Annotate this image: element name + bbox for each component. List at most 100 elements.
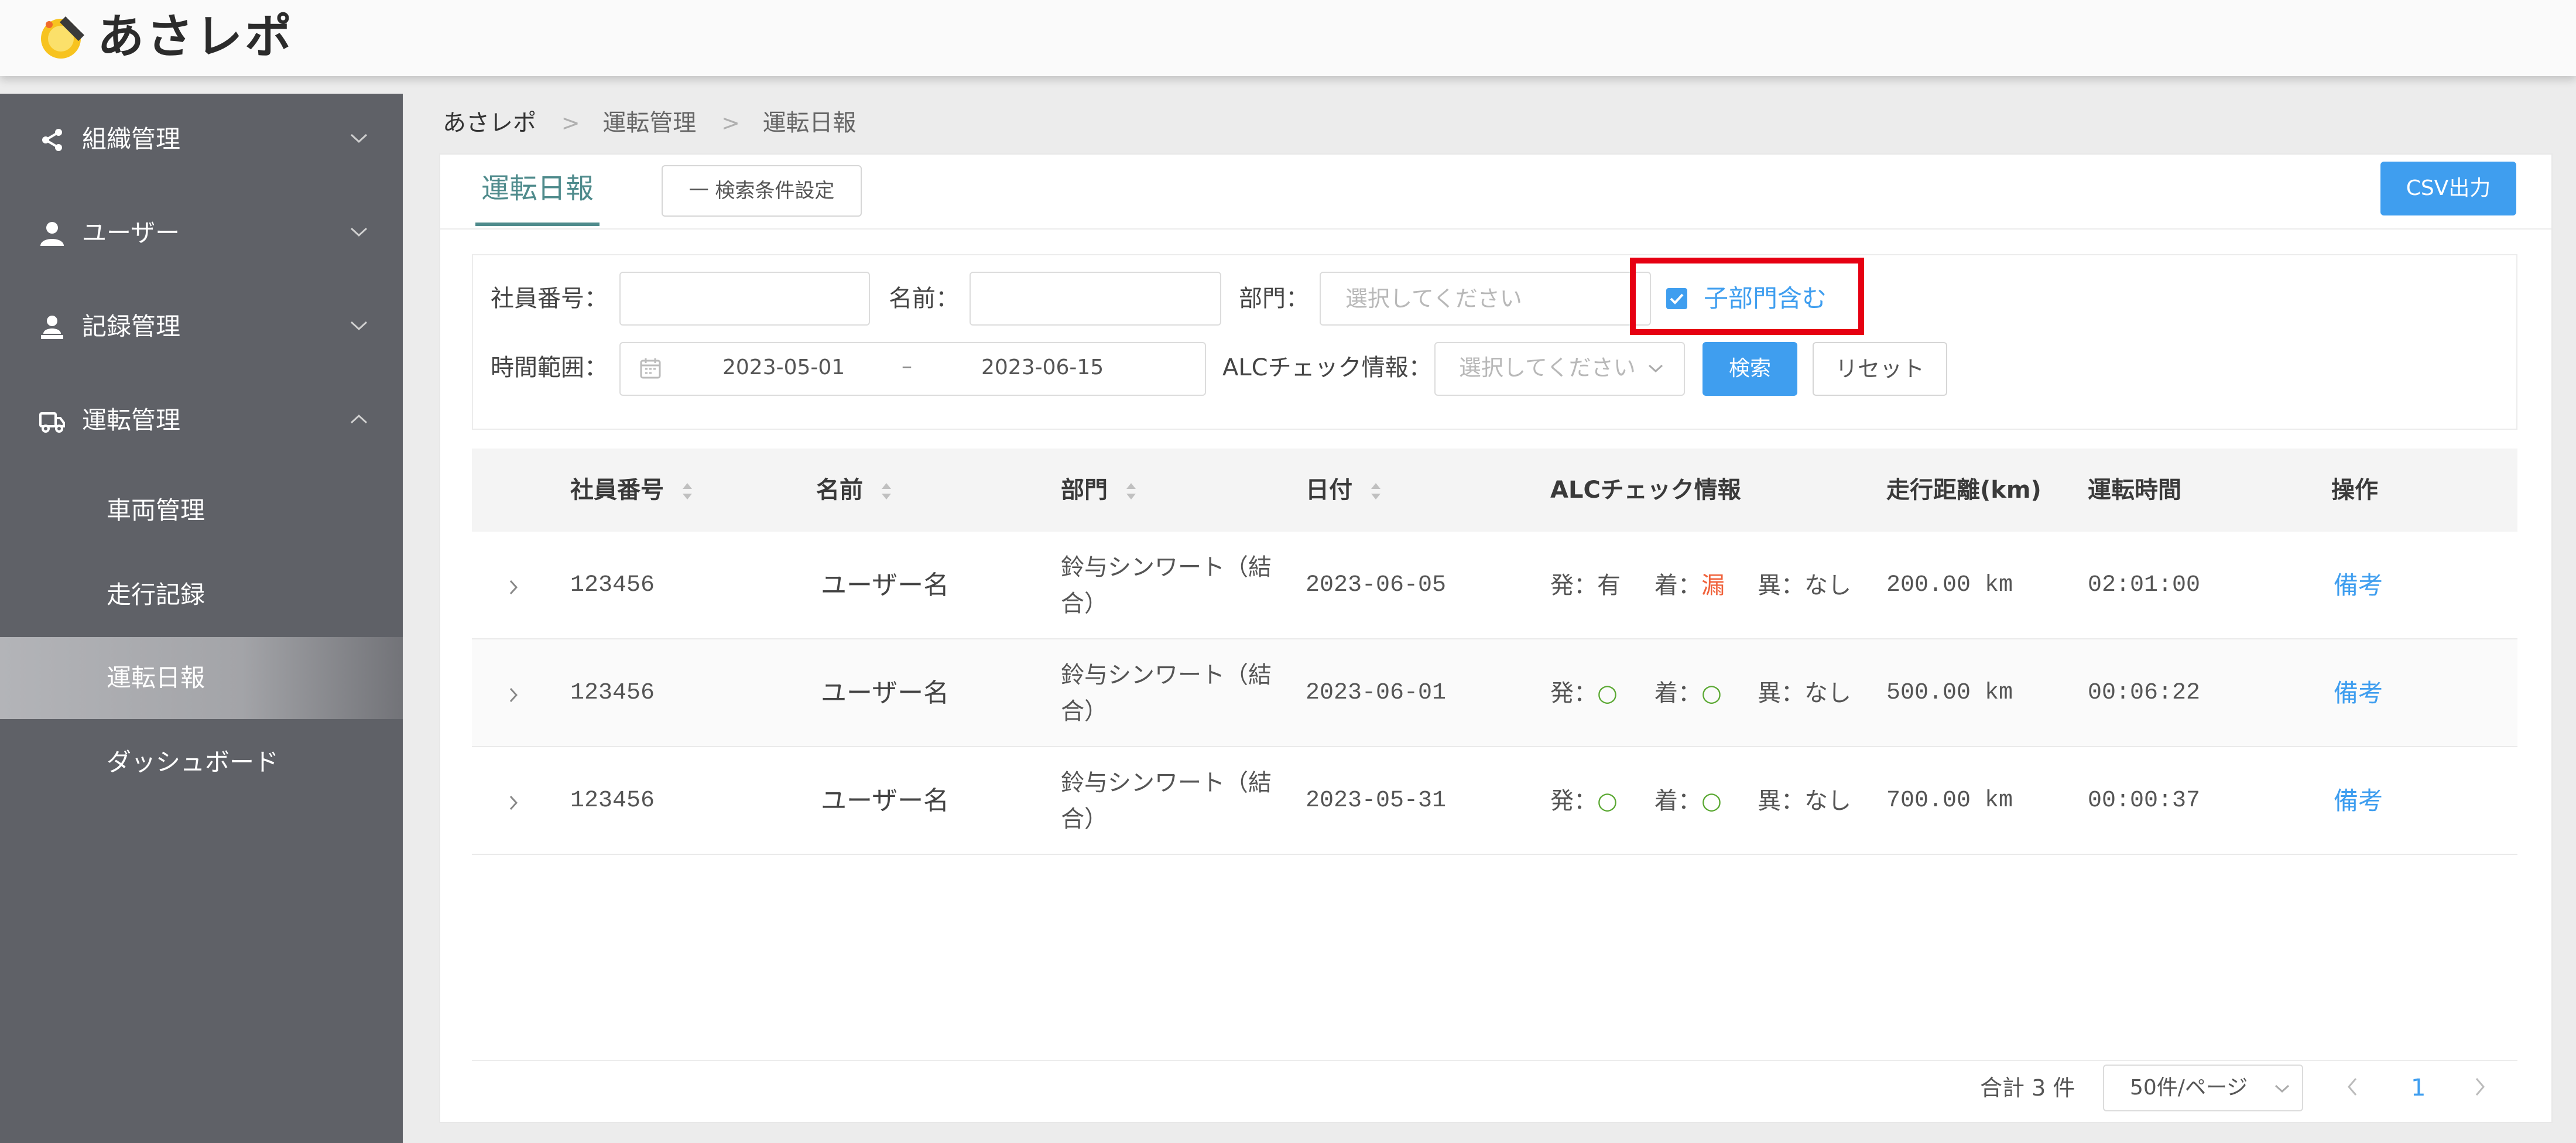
cell-department-line: 鈴与シンワート（結 xyxy=(1061,554,1272,581)
remark-link[interactable]: 備考 xyxy=(2334,568,2383,603)
cell-alc-abnormal: 異：なし xyxy=(1758,680,1851,707)
cell-name: ユーザー名 xyxy=(821,570,950,600)
footer-divider xyxy=(472,1060,2517,1061)
cell-employee-no: 123456 xyxy=(570,680,655,706)
column-header-label: 名前 xyxy=(816,477,863,504)
alc-arrival-label: 着： xyxy=(1654,788,1701,815)
table-row[interactable]: 123456 ユーザー名 鈴与シンワート（結 合） 2023-06-05 発：有… xyxy=(472,532,2517,639)
alc-arrival-value: 漏 xyxy=(1701,572,1725,599)
cell-alc-arrival: 着：漏 xyxy=(1654,568,1725,603)
time-range-label: 時間範囲： xyxy=(491,354,608,381)
sort-icon[interactable] xyxy=(1369,480,1383,503)
employee-no-input[interactable] xyxy=(619,272,870,326)
sort-icon[interactable] xyxy=(680,480,694,503)
expand-row-icon[interactable] xyxy=(508,686,519,704)
sidebar-group-driving[interactable]: 運転管理 xyxy=(0,382,403,458)
sidebar-group-label: 運転管理 xyxy=(82,406,181,434)
truck-icon xyxy=(39,412,65,433)
breadcrumb: あさレポ > 運転管理 > 運転日報 xyxy=(443,104,857,139)
sidebar-group-records[interactable]: 記録管理 xyxy=(0,288,403,364)
column-header-action: 操作 xyxy=(2331,477,2378,504)
breadcrumb-separator-icon: > xyxy=(721,110,740,136)
sidebar-item-dashboard[interactable]: ダッシュボード xyxy=(0,721,403,803)
breadcrumb-item-driving[interactable]: 運転管理 xyxy=(602,105,696,141)
alc-departure-value: ○ xyxy=(1597,788,1618,815)
cell-department: 鈴与シンワート（結 合） xyxy=(1061,657,1295,730)
sidebar-item-vehicles[interactable]: 車両管理 xyxy=(0,470,403,552)
search-button[interactable]: 検索 xyxy=(1703,342,1797,396)
column-header-label: 部門 xyxy=(1061,477,1108,504)
sidebar-item-label: 走行記録 xyxy=(107,580,205,609)
remark-link[interactable]: 備考 xyxy=(2334,783,2383,819)
column-header-alc: ALCチェック情報 xyxy=(1550,477,1741,504)
prev-page-icon[interactable] xyxy=(2345,1076,2358,1097)
app-title: あさレポ xyxy=(97,9,294,64)
app-logo-icon[interactable] xyxy=(37,12,88,62)
expand-row-icon[interactable] xyxy=(508,579,519,596)
sidebar-item-label: 車両管理 xyxy=(107,496,205,525)
sidebar-group-user[interactable]: ユーザー xyxy=(0,194,403,271)
cell-alc-abnormal: 異：なし xyxy=(1758,788,1851,815)
date-to: 2023-06-15 xyxy=(981,355,1104,379)
cell-employee-no: 123456 xyxy=(570,572,655,598)
cell-department: 鈴与シンワート（結 合） xyxy=(1061,549,1295,622)
table-row[interactable]: 123456 ユーザー名 鈴与シンワート（結 合） 2023-05-31 発：○… xyxy=(472,747,2517,855)
cell-employee-no: 123456 xyxy=(570,788,655,814)
search-condition-toggle-button[interactable]: 一 検索条件設定 xyxy=(662,165,862,217)
alc-departure-label: 発： xyxy=(1550,680,1597,707)
column-header-date[interactable]: 日付 xyxy=(1306,449,1383,532)
cell-date: 2023-05-31 xyxy=(1306,788,1447,814)
sidebar-item-driving-records[interactable]: 走行記録 xyxy=(0,554,403,636)
app-header: あさレポ xyxy=(0,0,2576,76)
chevron-up-icon xyxy=(350,414,368,424)
alc-departure-value: ○ xyxy=(1597,680,1618,707)
date-range-picker[interactable] xyxy=(619,342,1206,396)
csv-export-button[interactable]: CSV出力 xyxy=(2380,162,2516,215)
cell-distance: 200.00 km xyxy=(1886,572,2013,598)
cell-alc-departure: 発：○ xyxy=(1550,783,1618,819)
cell-department: 鈴与シンワート（結 合） xyxy=(1061,765,1295,837)
next-page-icon[interactable] xyxy=(2474,1076,2487,1097)
department-label: 部門： xyxy=(1239,285,1309,312)
page-number-current[interactable]: 1 xyxy=(2411,1072,2426,1104)
cell-name: ユーザー名 xyxy=(821,678,950,708)
cell-drive-time: 00:00:37 xyxy=(2088,788,2201,814)
alc-check-select-placeholder: 選択してください xyxy=(1459,355,1636,381)
cell-date: 2023-06-01 xyxy=(1306,680,1447,706)
date-separator: – xyxy=(902,354,912,378)
name-input[interactable] xyxy=(970,272,1221,326)
column-header-department[interactable]: 部門 xyxy=(1061,449,1138,532)
user-icon xyxy=(40,222,64,246)
sidebar-group-organization[interactable]: 組織管理 xyxy=(0,101,403,177)
column-header-employee-no[interactable]: 社員番号 xyxy=(570,449,694,532)
alc-arrival-value: ○ xyxy=(1701,788,1722,815)
alc-check-label: ALCチェック情報： xyxy=(1222,354,1432,381)
alc-departure-value: 有 xyxy=(1597,572,1621,599)
sidebar-item-label: 運転日報 xyxy=(107,663,205,692)
reset-button[interactable]: リセット xyxy=(1813,342,1947,396)
breadcrumb-item-home[interactable]: あさレポ xyxy=(443,105,536,141)
chevron-down-icon xyxy=(350,321,368,331)
cell-alc-abnormal: 異：なし xyxy=(1758,572,1851,599)
alc-arrival-value: ○ xyxy=(1701,680,1722,707)
chevron-down-icon xyxy=(350,227,368,237)
cell-drive-time: 00:06:22 xyxy=(2088,680,2201,706)
alc-departure-label: 発： xyxy=(1550,788,1597,815)
expand-row-icon[interactable] xyxy=(508,794,519,812)
table-row[interactable]: 123456 ユーザー名 鈴与シンワート（結 合） 2023-06-01 発：○… xyxy=(472,639,2517,747)
alc-arrival-label: 着： xyxy=(1654,680,1701,707)
cell-department-line: 鈴与シンワート（結 xyxy=(1061,662,1272,689)
tab-divider xyxy=(440,228,2551,230)
tab-daily-report[interactable]: 運転日報 xyxy=(481,170,594,207)
page-size-select[interactable]: 50件/ページ xyxy=(2103,1065,2303,1111)
column-header-label: 日付 xyxy=(1306,477,1352,504)
cell-distance: 700.00 km xyxy=(1886,788,2013,814)
sort-icon[interactable] xyxy=(879,480,893,503)
chevron-down-icon xyxy=(1648,364,1663,373)
sidebar-item-daily-report[interactable]: 運転日報 xyxy=(0,637,403,719)
breadcrumb-separator-icon: > xyxy=(561,110,580,136)
column-header-name[interactable]: 名前 xyxy=(816,449,893,532)
remark-link[interactable]: 備考 xyxy=(2334,676,2383,711)
sort-icon[interactable] xyxy=(1124,480,1138,503)
cell-alc-departure: 発：○ xyxy=(1550,676,1618,711)
